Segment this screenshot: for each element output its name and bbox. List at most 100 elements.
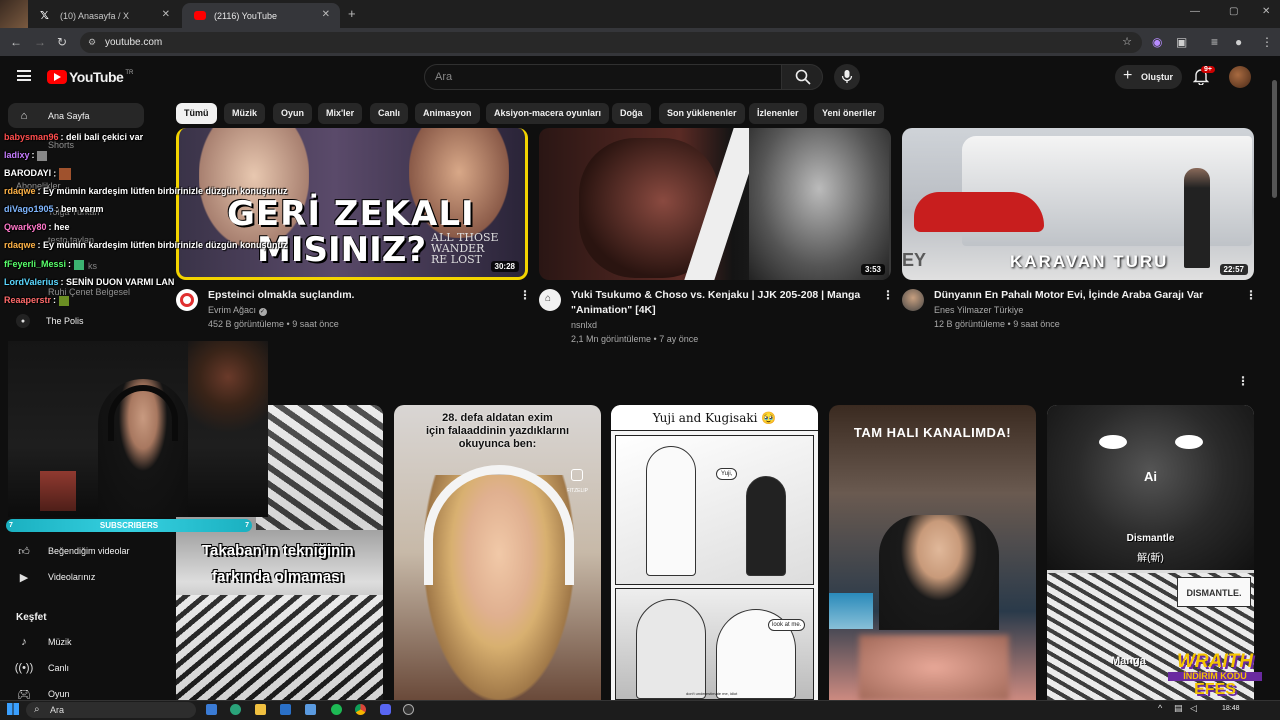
chip-mixes[interactable]: Mix'ler [318,103,363,124]
close-icon[interactable]: ✕ [162,9,170,20]
chip-action-adventure[interactable]: Aksiyon-macera oyunları [486,103,610,124]
taskbar-clock[interactable]: 18:48 [1222,705,1240,712]
store-icon[interactable] [305,704,316,715]
obs-icon[interactable] [403,704,414,715]
chip-watched[interactable]: İzlenenler [749,103,807,124]
tray-chevron-icon[interactable]: ^ [1158,703,1162,713]
task-view-icon[interactable] [206,704,217,715]
menu-dots-icon[interactable]: ⋮ [1261,35,1273,49]
taskbar-search[interactable]: ⌕ Ara [26,702,196,718]
voice-search-button[interactable] [834,64,860,90]
more-options-icon[interactable]: ⋮ [1245,288,1257,302]
channel-logo-icon: ⌂ [545,293,552,304]
tab-youtube[interactable]: (2116) YouTube ✕ [182,3,340,28]
spotify-icon[interactable] [331,704,342,715]
chip-nature[interactable]: Doğa [612,103,651,124]
account-avatar[interactable] [1229,66,1251,88]
more-options-icon[interactable]: ⋮ [882,288,894,302]
search-button[interactable] [781,64,823,90]
chat-emote-icon [37,150,48,161]
channel-name[interactable]: nsnlxd [571,318,597,332]
chip-recently-uploaded[interactable]: Son yüklenenler [659,103,745,124]
chrome-icon[interactable] [355,704,366,715]
shorts-more-options-icon[interactable]: ⋮ [1237,374,1249,388]
channel-avatar[interactable] [176,289,198,311]
youtube-play-icon [47,70,67,84]
file-explorer-icon[interactable] [255,704,266,715]
profile-avatar[interactable] [0,0,28,28]
discord-icon[interactable] [380,704,391,715]
maximize-icon[interactable]: ▢ [1229,6,1238,17]
search-input[interactable]: Ara [424,64,782,90]
short-caption-line: farkında olmaması [212,568,344,585]
sidebar-home[interactable]: ⌂ Ana Sayfa [16,109,90,123]
puzzle-icon[interactable]: ▣ [1176,35,1187,49]
video-title[interactable]: Epsteinci olmakla suçlandım. [208,288,354,303]
sidebar-liked-videos[interactable]: 👍︎ Beğendiğim videolar [16,544,129,558]
close-window-icon[interactable]: ✕ [1262,6,1270,17]
video-thumbnail[interactable]: EY KARAVAN TURU 22:57 [902,128,1254,280]
hamburger-icon[interactable] [17,70,31,81]
new-tab-icon[interactable]: + [348,6,356,21]
sub-count-left: 7 [9,522,13,529]
channel-name[interactable]: Evrim Ağacı ✓ [208,303,267,317]
account-icon[interactable]: ● [1235,35,1242,49]
chip-new-to-you[interactable]: Yeni öneriler [814,103,885,124]
youtube-icon [194,11,206,20]
chip-gaming[interactable]: Oyun [273,103,313,124]
music-note-icon: ♪ [21,636,27,648]
close-icon[interactable]: ✕ [322,9,330,20]
video-title[interactable]: Yuki Tsukumo & Choso vs. Kenjaku | JJK 2… [571,288,860,318]
back-icon[interactable]: ← [10,35,22,49]
plus-icon: + [1123,67,1133,84]
thumb-text: KARAVAN TURU [1010,252,1169,271]
more-options-icon[interactable]: ⋮ [519,288,531,302]
sidebar-music[interactable]: ♪ Müzik [16,635,71,649]
short-thumbnail[interactable]: 28. defa aldatan exim için falaaddinin y… [394,405,601,700]
short-inset-video [829,593,873,629]
video-meta: 12 B görüntüleme • 9 saat önce [934,319,1060,329]
chip-animation[interactable]: Animasyon [415,103,480,124]
chat-message: rdaqwe: Ey mümin kardeşim lütfen birbiri… [4,186,288,196]
duration-badge: 30:28 [490,261,519,272]
reload-icon[interactable]: ↻ [57,35,67,49]
tab-title: (2116) YouTube [214,10,278,21]
outlook-icon[interactable] [280,704,291,715]
notifications-button[interactable]: 9+ [1192,66,1215,90]
video-thumbnail[interactable]: 3:53 [539,128,891,280]
video-thumbnail[interactable]: GERİ ZEKALI MISINIZ? ALL THOSE WANDER RE… [176,128,528,280]
page-scrollbar[interactable] [1272,80,1277,198]
chip-music[interactable]: Müzik [224,103,266,124]
minimize-icon[interactable]: — [1190,6,1200,17]
chip-live[interactable]: Canlı [370,103,409,124]
short-thumbnail[interactable]: Yuji and Kugisaki 🥹 Yuji, look at me. do… [611,405,818,700]
tray-volume-icon[interactable]: ◁ [1190,703,1197,714]
chip-all[interactable]: Tümü [176,103,217,124]
extension-icon[interactable]: ◉ [1152,35,1162,49]
bookmark-star-icon[interactable]: ☆ [1122,32,1132,53]
chat-message: Reaaperstr: [4,295,69,306]
speech-bubble: Yuji, [716,468,738,480]
short-thumbnail[interactable]: TAM HALI KANALIMDA! [829,405,1036,700]
address-bar[interactable]: ⚙ youtube.com ☆ [80,32,1142,53]
windows-start-icon[interactable] [7,703,19,715]
manga-eye-right [1175,435,1203,449]
tab-x[interactable]: 𝕏 (10) Anasayfa / X ✕ [28,3,180,28]
channel-avatar[interactable] [902,289,924,311]
youtube-logo[interactable]: YouTube TR [47,69,133,85]
sidebar-live[interactable]: ((•)) Canlı [15,661,69,675]
tray-network-icon[interactable]: ▤ [1174,703,1183,714]
reading-list-icon[interactable]: ≡ [1211,35,1218,49]
forward-icon[interactable]: → [34,35,46,49]
short-caption-line: için falaaddinin yazdıklarını [425,425,570,437]
sidebar-gaming[interactable]: 🎮︎ Oyun [16,687,70,701]
sidebar-your-videos[interactable]: ▶ Videolarınız [16,570,96,584]
edge-icon[interactable] [230,704,241,715]
create-button[interactable]: + Oluştur [1115,65,1182,89]
channel-name[interactable]: Enes Yilmazer Türkiye [934,303,1023,317]
sidebar-sub-5[interactable]: ● The Polis [16,314,84,328]
site-info-icon[interactable]: ⚙ [88,32,96,53]
video-title[interactable]: Dünyanın En Pahalı Motor Evi, İçinde Ara… [934,288,1203,303]
channel-avatar[interactable]: ⌂ [539,289,561,311]
short-caption: 28. defa aldatan exim için falaaddinin y… [394,412,601,451]
